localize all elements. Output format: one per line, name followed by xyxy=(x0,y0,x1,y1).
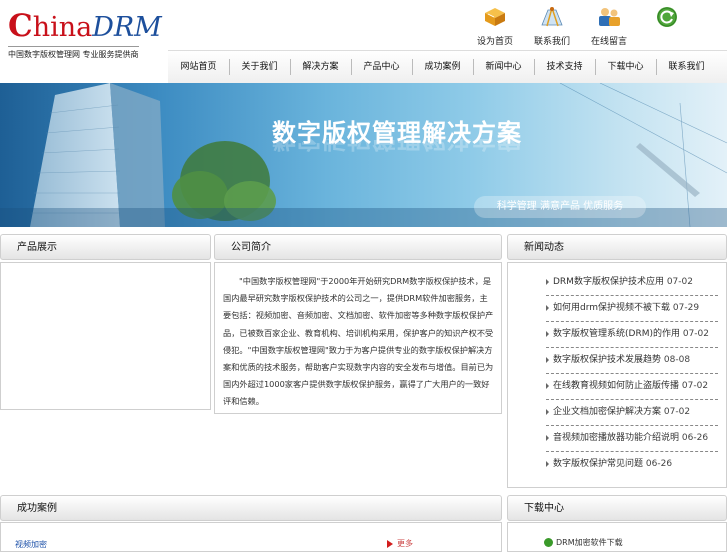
news-title: 数字版权保护技术发展趋势 xyxy=(553,355,662,365)
set-homepage-label: 设为首页 xyxy=(476,37,513,47)
refresh-icon xyxy=(657,7,677,27)
check-circle-icon xyxy=(544,538,553,547)
news-item[interactable]: 企业文档加密保护解决方案 07-02 xyxy=(546,399,718,425)
online-message-link[interactable]: 在线留言 xyxy=(584,2,634,47)
news-title: 数字版权保护常见问题 xyxy=(553,459,644,469)
more-link[interactable]: 更多 xyxy=(387,538,413,549)
bullet-arrow-icon xyxy=(546,278,549,285)
logo-tagline: 中国数字版权管理网 专业服务提供商 xyxy=(8,46,139,60)
nav-news[interactable]: 新闻中心 xyxy=(473,51,534,83)
online-message-label: 在线留言 xyxy=(590,37,627,47)
about-panel-header: 公司简介 xyxy=(214,234,502,260)
news-title: DRM数字版权保护技术应用 xyxy=(553,277,664,287)
news-date: 06-26 xyxy=(645,459,673,469)
news-item[interactable]: 音视频加密播放器功能介绍说明 06-26 xyxy=(546,425,718,451)
nav-download[interactable]: 下载中心 xyxy=(595,51,656,83)
refresh-link[interactable] xyxy=(642,2,692,34)
about-panel-body: "中国数字版权管理网"于2000年开始研究DRM数字版权保护技术，是国内最早研究… xyxy=(214,262,502,414)
bullet-arrow-icon xyxy=(546,460,549,467)
news-date: 08-08 xyxy=(663,355,691,365)
news-title: 音视频加密播放器功能介绍说明 xyxy=(553,433,680,443)
nav-about[interactable]: 关于我们 xyxy=(229,51,290,83)
news-date: 07-02 xyxy=(663,407,691,417)
hero-banner: 数字版权管理解决方案 数字版权管理解决方案 科学管理 满意产品 优质服务 xyxy=(0,83,727,227)
download-panel-body: DRM加密软件下载 xyxy=(507,522,727,552)
nav-products[interactable]: 产品中心 xyxy=(351,51,412,83)
download-item[interactable]: DRM加密软件下载 xyxy=(544,537,623,548)
set-homepage-link[interactable]: 设为首页 xyxy=(470,2,520,47)
bullet-arrow-icon xyxy=(546,304,549,311)
cases-panel-header: 成功案例 xyxy=(0,495,502,521)
people-icon xyxy=(599,8,620,26)
news-item[interactable]: 在线教育视频如何防止盗版传播 07-02 xyxy=(546,373,718,399)
about-text: "中国数字版权管理网"于2000年开始研究DRM数字版权保护技术，是国内最早研究… xyxy=(223,276,494,407)
banner-title-reflection: 数字版权管理解决方案 xyxy=(272,139,522,153)
bullet-arrow-icon xyxy=(546,330,549,337)
news-title: 企业文档加密保护解决方案 xyxy=(553,407,662,417)
bullet-arrow-icon xyxy=(546,408,549,415)
news-panel-header: 新闻动态 xyxy=(507,234,727,260)
more-label: 更多 xyxy=(397,539,413,548)
map-compass-icon xyxy=(541,7,563,27)
site-logo[interactable]: ChinaDRM 中国数字版权管理网 专业服务提供商 xyxy=(8,10,162,60)
logo-c: C xyxy=(8,8,33,44)
nav-home[interactable]: 网站首页 xyxy=(168,51,229,83)
play-triangle-icon xyxy=(387,539,393,548)
news-date: 07-02 xyxy=(682,329,710,339)
news-item[interactable]: 数字版权保护常见问题 06-26 xyxy=(546,451,718,477)
contact-us-label: 联系我们 xyxy=(533,37,570,47)
nav-support[interactable]: 技术支持 xyxy=(534,51,595,83)
nav-contact[interactable]: 联系我们 xyxy=(656,51,717,83)
logo-wordmark: ChinaDRM xyxy=(8,10,162,44)
news-date: 06-26 xyxy=(681,433,709,443)
download-panel-header: 下载中心 xyxy=(507,495,727,521)
bullet-arrow-icon xyxy=(546,434,549,441)
news-title: 数字版权管理系统(DRM)的作用 xyxy=(553,329,680,339)
download-item-label: DRM加密软件下载 xyxy=(556,538,623,547)
main-nav: 网站首页 关于我们 解决方案 产品中心 成功案例 新闻中心 技术支持 下载中心 … xyxy=(168,50,727,84)
bullet-arrow-icon xyxy=(546,382,549,389)
news-item[interactable]: DRM数字版权保护技术应用 07-02 xyxy=(546,269,718,295)
news-title: 如何用drm保护视频不被下载 xyxy=(553,303,671,313)
news-item[interactable]: 数字版权管理系统(DRM)的作用 07-02 xyxy=(546,321,718,347)
logo-hina: hina xyxy=(32,12,93,43)
bullet-arrow-icon xyxy=(546,356,549,363)
contact-us-link[interactable]: 联系我们 xyxy=(527,2,577,47)
news-title: 在线教育视频如何防止盗版传播 xyxy=(553,381,680,391)
news-item[interactable]: 如何用drm保护视频不被下载 07-29 xyxy=(546,295,718,321)
nav-solutions[interactable]: 解决方案 xyxy=(290,51,351,83)
news-date: 07-02 xyxy=(681,381,709,391)
news-date: 07-29 xyxy=(672,303,700,313)
nav-cases[interactable]: 成功案例 xyxy=(412,51,473,83)
news-panel-body: DRM数字版权保护技术应用 07-02 如何用drm保护视频不被下载 07-29… xyxy=(507,262,727,488)
products-panel-header: 产品展示 xyxy=(0,234,211,260)
logo-drm: DRM xyxy=(92,12,162,43)
news-item[interactable]: 数字版权保护技术发展趋势 08-08 xyxy=(546,347,718,373)
banner-slogan: 科学管理 满意产品 优质服务 xyxy=(474,196,646,218)
cases-panel-body: 视频加密 更多 xyxy=(0,522,502,552)
products-panel-body xyxy=(0,262,211,410)
top-quick-links: 设为首页 联系我们 在线留言 xyxy=(470,2,710,48)
news-date: 07-02 xyxy=(666,277,693,287)
book-icon xyxy=(485,8,505,26)
